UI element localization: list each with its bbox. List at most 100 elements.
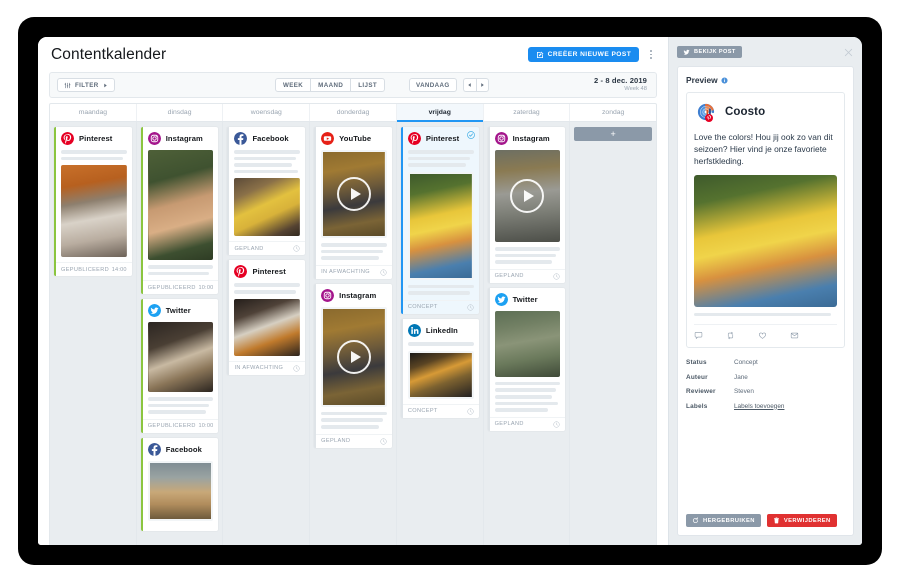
more-options-button[interactable]	[647, 48, 655, 61]
post-card-header: Instagram	[494, 132, 561, 145]
linkedin-icon	[407, 323, 421, 337]
delete-label: VERWIJDEREN	[783, 517, 831, 524]
network-name: Twitter	[165, 306, 191, 316]
post-time: 10:00	[198, 284, 214, 291]
status-badge: GEPUBLICEERD	[147, 423, 196, 430]
facebook-icon	[234, 132, 248, 145]
day-header-vrijdag[interactable]: vrijdag	[396, 104, 484, 122]
post-card-footer: GEPUBLICEERD 14:00	[56, 262, 132, 276]
network-name: Pinterest	[425, 134, 460, 143]
title-bar: Contentkalender CREËER NIEUWE POST	[38, 37, 668, 72]
post-card[interactable]: Pinterest IN AFWACHTING	[227, 260, 306, 375]
play-icon[interactable]	[510, 179, 545, 213]
compose-icon	[536, 51, 544, 58]
placeholder-line	[234, 156, 297, 161]
post-image	[694, 174, 837, 307]
day-header-zondag[interactable]: zondag	[570, 104, 656, 121]
post-thumbnail	[407, 350, 474, 399]
clock-icon	[380, 438, 387, 445]
metadata-row: Reviewer Steven	[686, 388, 845, 395]
placeholder-line	[494, 401, 559, 406]
day-header-zaterdag[interactable]: zaterdag	[484, 104, 571, 121]
today-button[interactable]: VANDAAG	[409, 78, 457, 92]
reuse-button[interactable]: HERGEBRUIKEN	[686, 514, 761, 527]
view-month[interactable]: MAAND	[311, 79, 352, 91]
placeholder-line	[234, 289, 297, 294]
post-card[interactable]: Instagram GEPLAND	[314, 283, 392, 448]
post-card[interactable]: Instagram GEPLAND	[487, 127, 566, 283]
placeholder-line	[494, 381, 561, 386]
date-range: 2 - 8 dec. 2019 Week 48	[594, 76, 647, 92]
post-card-header: Facebook	[147, 442, 214, 456]
retweet-icon[interactable]	[726, 331, 735, 340]
post-card-header: LinkedIn	[407, 323, 474, 337]
instagram-icon	[494, 132, 508, 145]
placeholder-line	[147, 403, 210, 408]
placeholder-line	[147, 271, 210, 276]
create-post-button[interactable]: CREËER NIEUWE POST	[527, 47, 640, 62]
post-card-footer: CONCEPT	[402, 299, 479, 314]
filter-button[interactable]: FILTER	[57, 78, 115, 92]
message-icon[interactable]	[790, 331, 799, 340]
placeholder-line	[321, 256, 379, 260]
post-text-placeholder	[61, 150, 127, 161]
post-card[interactable]: Facebook GEPLAND	[227, 127, 306, 256]
day-header-dinsdag[interactable]: dinsdag	[137, 104, 224, 121]
placeholder-line	[407, 163, 466, 167]
day-header-label: zondag	[602, 109, 625, 116]
day-header-label: maandag	[78, 109, 108, 116]
day-column-zaterdag: Instagram GEPLAND Twitter GEPLAND	[483, 122, 571, 545]
status-badge: GEPUBLICEERD	[61, 266, 110, 273]
week-number-label: Week 48	[624, 86, 647, 92]
post-card-footer: IN AFWACHTING	[316, 264, 392, 279]
caret-right-icon	[480, 83, 484, 87]
day-header-maandag[interactable]: maandag	[50, 104, 137, 121]
post-thumbnail	[234, 178, 301, 237]
post-card[interactable]: Instagram GEPUBLICEERD 10:00	[140, 127, 219, 295]
view-week[interactable]: WEEK	[276, 79, 312, 91]
reply-icon[interactable]	[694, 331, 703, 340]
facebook-icon	[147, 442, 161, 456]
day-header-donderdag[interactable]: donderdag	[310, 104, 397, 121]
date-range-label: 2 - 8 dec. 2019	[593, 76, 647, 85]
add-post-button[interactable]: +	[574, 127, 653, 141]
network-name: Pinterest	[252, 267, 286, 277]
day-header-woensdag[interactable]: woensdag	[223, 104, 311, 121]
network-name: Instagram	[339, 290, 377, 300]
like-icon[interactable]	[758, 331, 767, 340]
post-card-footer: GEPLAND	[229, 241, 306, 255]
placeholder-line	[494, 388, 557, 392]
placeholder-line	[494, 253, 557, 258]
previous-week-button[interactable]	[462, 78, 476, 92]
post-card[interactable]: LinkedIn CONCEPT	[400, 318, 479, 418]
post-card[interactable]: Pinterest GEPUBLICEERD 14:00	[54, 127, 132, 277]
post-text-placeholder	[407, 150, 474, 167]
post-card[interactable]: YouTube IN AFWACHTING	[314, 127, 392, 279]
preview-panel-header: BEKIJK POST	[677, 46, 854, 58]
post-thumbnail	[321, 306, 387, 407]
post-card[interactable]: Pinterest CONCEPT	[400, 127, 479, 314]
day-header-row: maandag dinsdag woensdag donderdag vrijdag za…	[49, 103, 657, 122]
instagram-icon	[321, 288, 335, 302]
status-badge: CONCEPT	[407, 304, 438, 311]
day-column-woensdag: Facebook GEPLAND Pinterest IN AFWACHTING	[223, 122, 311, 545]
post-thumbnail	[494, 310, 561, 377]
play-icon[interactable]	[337, 339, 372, 374]
metadata-link[interactable]: Labels toevoegen	[734, 403, 784, 410]
post-card[interactable]: Twitter GEPUBLICEERD 10:00	[140, 299, 219, 433]
placeholder-line	[321, 418, 383, 422]
pinterest-icon	[234, 265, 248, 279]
post-card[interactable]: Facebook	[140, 437, 219, 531]
placeholder-line	[147, 410, 206, 414]
post-card-header: Pinterest	[61, 132, 127, 145]
view-post-button[interactable]: BEKIJK POST	[677, 46, 742, 58]
close-icon[interactable]	[843, 47, 854, 58]
metadata-row: Status Concept	[686, 359, 845, 366]
play-icon[interactable]	[337, 177, 372, 211]
view-list[interactable]: LIJST	[351, 79, 384, 91]
status-badge: GEPLAND	[321, 438, 351, 445]
delete-button[interactable]: VERWIJDEREN	[766, 514, 837, 527]
info-icon[interactable]	[721, 76, 728, 84]
post-card[interactable]: Twitter GEPLAND	[487, 287, 566, 431]
next-week-button[interactable]	[475, 78, 489, 92]
